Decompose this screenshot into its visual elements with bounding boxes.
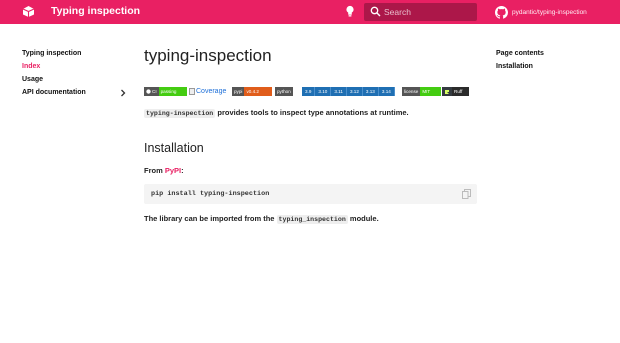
import-paragraph: The library can be imported from the typ… xyxy=(144,214,379,224)
license-badge-value: MIT xyxy=(420,87,441,96)
ci-badge-value: passing xyxy=(158,87,187,96)
inline-code: typing_inspection xyxy=(276,215,348,224)
python-version: 3.14 xyxy=(378,87,395,96)
ruff-badge-label: Ruff xyxy=(452,87,469,96)
python-version: 3.11 xyxy=(331,87,347,96)
license-badge[interactable]: license MIT xyxy=(402,87,441,96)
python-version: 3.13 xyxy=(362,87,379,96)
pypi-badge-label: pypi xyxy=(232,87,245,96)
toc-item-installation[interactable]: Installation xyxy=(496,62,606,75)
python-version: 3.12 xyxy=(346,87,363,96)
github-icon xyxy=(495,5,508,19)
pydantic-logo-icon[interactable] xyxy=(22,5,35,18)
nav-item-label: Index xyxy=(22,63,41,70)
install-code-block: pip install typing-inspection xyxy=(144,184,477,204)
python-badge-label: python xyxy=(275,87,293,96)
pypi-badge-value: v0.4.2 xyxy=(244,87,272,96)
ci-badge[interactable]: CI passing xyxy=(144,87,187,96)
from-suffix: : xyxy=(181,166,184,175)
coverage-badge[interactable]: Coverage xyxy=(189,87,230,96)
top-header: Typing inspection pydantic/typing-inspec… xyxy=(0,0,620,24)
ruff-badge[interactable]: Ruff xyxy=(442,87,469,96)
github-icon xyxy=(146,89,151,94)
repo-link[interactable]: pydantic/typing-inspection xyxy=(495,4,587,20)
lightbulb-icon[interactable] xyxy=(345,5,355,18)
intro-text: provides tools to inspect type annotatio… xyxy=(215,108,409,117)
search-input[interactable] xyxy=(384,5,472,19)
intro-paragraph: typing-inspection provides tools to insp… xyxy=(144,108,409,118)
copy-icon[interactable] xyxy=(462,189,471,199)
chevron-right-icon[interactable] xyxy=(120,89,126,97)
python-badge[interactable]: python xyxy=(275,87,302,96)
table-of-contents: Page contents Installation xyxy=(496,49,606,75)
from-pypi-line: From PyPI: xyxy=(144,166,184,175)
search-icon xyxy=(370,6,381,17)
nav-item-api-documentation[interactable]: API documentation xyxy=(22,88,126,101)
ruff-logo-icon xyxy=(442,87,452,96)
install-command: pip install typing-inspection xyxy=(151,190,270,198)
badge-row: CI passing Coverage pypi v0.4.2 python 3… xyxy=(144,87,478,96)
search-box[interactable] xyxy=(364,3,477,21)
ci-label-text: CI xyxy=(152,89,157,94)
outro-prefix: The library can be imported from the xyxy=(144,214,277,223)
python-version: 3.10 xyxy=(315,87,332,96)
site-title[interactable]: Typing inspection xyxy=(51,5,140,17)
inline-code: typing-inspection xyxy=(144,109,216,118)
coverage-badge-alt: Coverage xyxy=(196,88,227,95)
pypi-badge[interactable]: pypi v0.4.2 xyxy=(232,87,272,96)
toc-title: Page contents xyxy=(496,50,544,57)
python-version: 3.9 xyxy=(302,87,316,96)
page-title: typing-inspection xyxy=(144,46,272,65)
nav-title: Typing inspection xyxy=(22,50,82,57)
ci-badge-label: CI xyxy=(144,87,159,96)
outro-suffix: module. xyxy=(347,214,379,223)
nav-item-label: Usage xyxy=(22,76,44,83)
nav-item-index[interactable]: Index xyxy=(22,62,126,75)
left-navigation: Typing inspection Index Usage API docume… xyxy=(22,49,126,101)
from-prefix: From xyxy=(144,166,165,175)
nav-item-label: API documentation xyxy=(22,89,86,96)
main-content: typing-inspection CI passing Coverage py… xyxy=(144,45,478,224)
nav-item-usage[interactable]: Usage xyxy=(22,75,126,88)
installation-heading: Installation xyxy=(144,141,204,155)
pypi-link[interactable]: PyPI xyxy=(165,166,181,175)
license-badge-label: license xyxy=(402,87,421,96)
broken-image-icon xyxy=(189,88,195,95)
repo-name: pydantic/typing-inspection xyxy=(512,8,587,16)
